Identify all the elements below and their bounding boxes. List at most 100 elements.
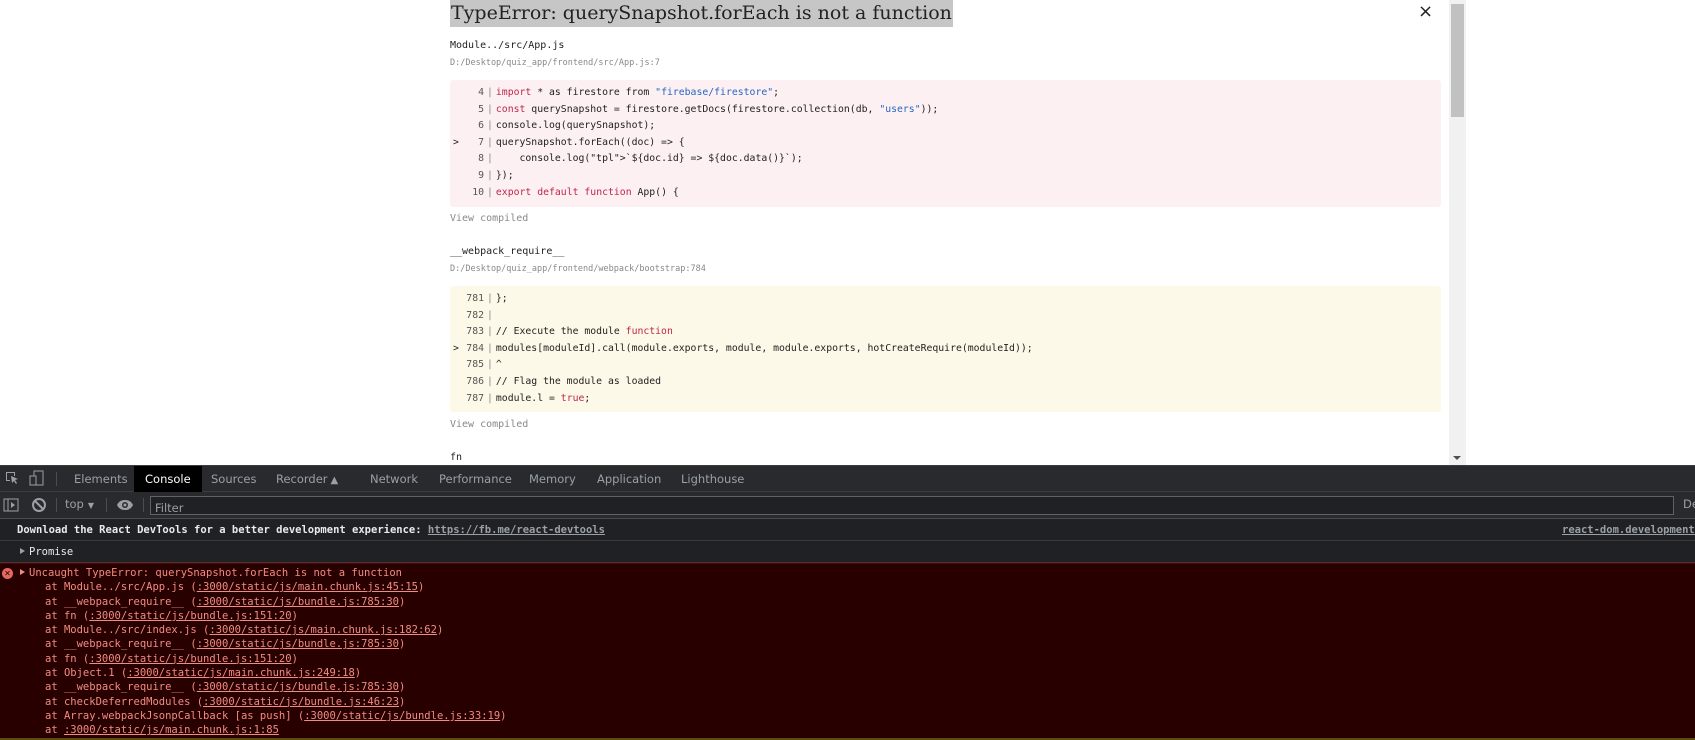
error-icon: ✕ — [2, 568, 13, 579]
code-text: querySnapshot.forEach((doc) => { — [495, 136, 685, 148]
stack-trace-line: at __webpack_require__ (:3000/static/js/… — [0, 637, 1695, 651]
gutter-divider: | — [487, 87, 493, 98]
tab-recorder[interactable]: Recorder ▲ — [265, 466, 349, 492]
line-number: 784 — [466, 342, 484, 354]
code-line: 8 | console.log("tpl">`${doc.id} => ${doc… — [450, 151, 1441, 168]
console-filter-input[interactable] — [150, 496, 1674, 517]
gutter-divider: | — [487, 153, 493, 165]
error-message-text: Uncaught TypeError: querySnapshot.forEac… — [29, 567, 402, 579]
code-text: console.log("tpl">`${doc.id} => ${doc.da… — [495, 153, 803, 165]
error-summary[interactable]: Uncaught TypeError: querySnapshot.forEac… — [0, 566, 1695, 580]
code-line: 4 | import * as firestore from "firebase/f… — [450, 85, 1441, 102]
line-number: 782 — [466, 309, 484, 321]
gutter-divider: | — [487, 342, 493, 354]
log-levels-dropdown[interactable]: Default levels — [1683, 497, 1695, 511]
line-number: 8 — [478, 153, 484, 165]
tab-network[interactable]: Network — [359, 466, 429, 492]
console-message-promise[interactable]: Promise — [0, 541, 1695, 563]
toolbar-divider — [143, 498, 144, 512]
device-toolbar-icon[interactable] — [29, 470, 45, 487]
tab-memory[interactable]: Memory — [518, 466, 587, 492]
context-value: top — [65, 497, 84, 511]
gutter-divider: | — [487, 359, 493, 371]
close-icon[interactable]: × — [1418, 2, 1433, 22]
current-line-marker: > — [453, 136, 459, 148]
code-line-highlighted: >784 | modules[moduleId].call(module.expor… — [450, 341, 1441, 358]
tab-lighthouse[interactable]: Lighthouse — [670, 466, 755, 492]
code-text: export default function App() { — [495, 186, 679, 198]
code-line: 782 | — [450, 308, 1441, 325]
overlay-scrollbar[interactable] — [1449, 0, 1466, 465]
view-compiled-link[interactable]: View compiled — [450, 419, 528, 430]
stack-source-link[interactable]: :3000/static/js/bundle.js:785:30 — [197, 638, 399, 650]
code-text: // Flag the module as loaded — [495, 375, 662, 387]
stack-trace-line: at Module../src/index.js (:3000/static/j… — [0, 623, 1695, 637]
stack-trace-line: at Array.webpackJsonpCallback [as push] … — [0, 709, 1695, 723]
code-text: const querySnapshot = firestore.getDocs(… — [495, 103, 939, 115]
gutter-divider: | — [487, 326, 493, 338]
stack-frame-path: D:/Desktop/quiz_app/frontend/src/App.js:… — [450, 58, 660, 68]
stack-source-link[interactable]: :3000/static/js/bundle.js:785:30 — [197, 596, 399, 608]
stack-paren: ) — [399, 695, 406, 708]
view-compiled-link[interactable]: View compiled — [450, 213, 528, 224]
live-expression-eye-icon[interactable] — [116, 497, 133, 514]
expand-arrow-icon[interactable] — [20, 548, 25, 554]
react-devtools-message: Download the React DevTools for a better… — [17, 524, 428, 536]
stack-source-link[interactable]: :3000/static/js/bundle.js:785:30 — [197, 681, 399, 693]
context-selector[interactable]: top ▼ — [65, 497, 94, 511]
code-line: 785 | ^ — [450, 357, 1441, 374]
stack-trace-line: at fn (:3000/static/js/bundle.js:151:20) — [0, 652, 1695, 666]
stack-source-link[interactable]: :3000/static/js/main.chunk.js:182:62 — [209, 624, 437, 636]
stack-function: at Module../src/App.js ( — [45, 581, 197, 594]
filter-input[interactable] — [151, 499, 1673, 517]
experiment-flask-icon: ▲ — [330, 475, 339, 486]
promise-label: Promise — [29, 546, 74, 558]
stack-function: at __webpack_require__ ( — [45, 638, 197, 651]
stack-source-link[interactable]: :3000/static/js/main.chunk.js:45:15 — [197, 581, 418, 593]
console-message-react-devtools: Download the React DevTools for a better… — [0, 519, 1695, 541]
stack-paren: ) — [291, 609, 298, 622]
code-snippet: 781 |}; 782 | 783 |// Execute the module func… — [450, 286, 1441, 412]
stack-source-link[interactable]: :3000/static/js/bundle.js:33:19 — [304, 710, 500, 722]
expand-arrow-icon[interactable] — [20, 569, 25, 575]
line-number: 787 — [466, 392, 484, 404]
stack-frame-name: fn — [450, 452, 463, 463]
scrollbar-thumb[interactable] — [1451, 4, 1464, 117]
stack-paren: ) — [500, 709, 507, 722]
line-number: 10 — [472, 186, 484, 198]
show-sidebar-icon[interactable] — [3, 497, 19, 514]
code-text: module.l = true; — [495, 392, 591, 404]
inspect-element-icon[interactable] — [4, 470, 20, 487]
scroll-down-arrow-icon[interactable] — [1453, 456, 1461, 460]
code-text: import * as firestore from "firebase/fir… — [495, 87, 780, 98]
gutter-divider: | — [487, 136, 493, 148]
code-line-highlighted: >7 | querySnapshot.forEach((doc) => { — [450, 135, 1441, 152]
stack-frame-name: __webpack_require__ — [450, 246, 565, 257]
stack-function: at __webpack_require__ ( — [45, 681, 197, 694]
console-messages: Download the React DevTools for a better… — [0, 519, 1695, 740]
stack-source-link[interactable]: :3000/static/js/main.chunk.js:249:18 — [127, 667, 355, 679]
stack-source-link[interactable]: :3000/static/js/bundle.js:46:23 — [203, 696, 399, 708]
stack-source-link[interactable]: :3000/static/js/bundle.js:151:20 — [89, 653, 291, 665]
line-number: 781 — [466, 293, 484, 304]
stack-function: at Object.1 ( — [45, 667, 128, 680]
stack-frame-name: Module../src/App.js — [450, 40, 565, 51]
stack-function: at Array.webpackJsonpCallback [as push] … — [45, 709, 305, 722]
code-line: 787 | module.l = true; — [450, 391, 1441, 408]
message-source-link[interactable]: react-dom.development.js:24503 — [1562, 519, 1695, 541]
stack-function: at — [45, 724, 64, 737]
stack-paren: ) — [291, 652, 298, 665]
clear-console-icon[interactable] — [31, 497, 47, 514]
stack-source-link[interactable]: :3000/static/js/bundle.js:151:20 — [89, 610, 291, 622]
tab-performance[interactable]: Performance — [428, 466, 523, 492]
stack-paren: ) — [354, 667, 362, 680]
tab-elements[interactable]: Elements — [63, 466, 139, 492]
stack-trace-line: at checkDeferredModules (:3000/static/js… — [0, 695, 1695, 709]
react-devtools-link[interactable]: https://fb.me/react-devtools — [428, 524, 605, 536]
code-line: 9 |}); — [450, 168, 1441, 185]
gutter-divider: | — [487, 169, 493, 181]
tab-sources[interactable]: Sources — [200, 466, 268, 492]
stack-source-link[interactable]: :3000/static/js/main.chunk.js:1:85 — [64, 724, 279, 736]
tab-application[interactable]: Application — [586, 466, 672, 492]
tab-console[interactable]: Console — [134, 466, 202, 492]
